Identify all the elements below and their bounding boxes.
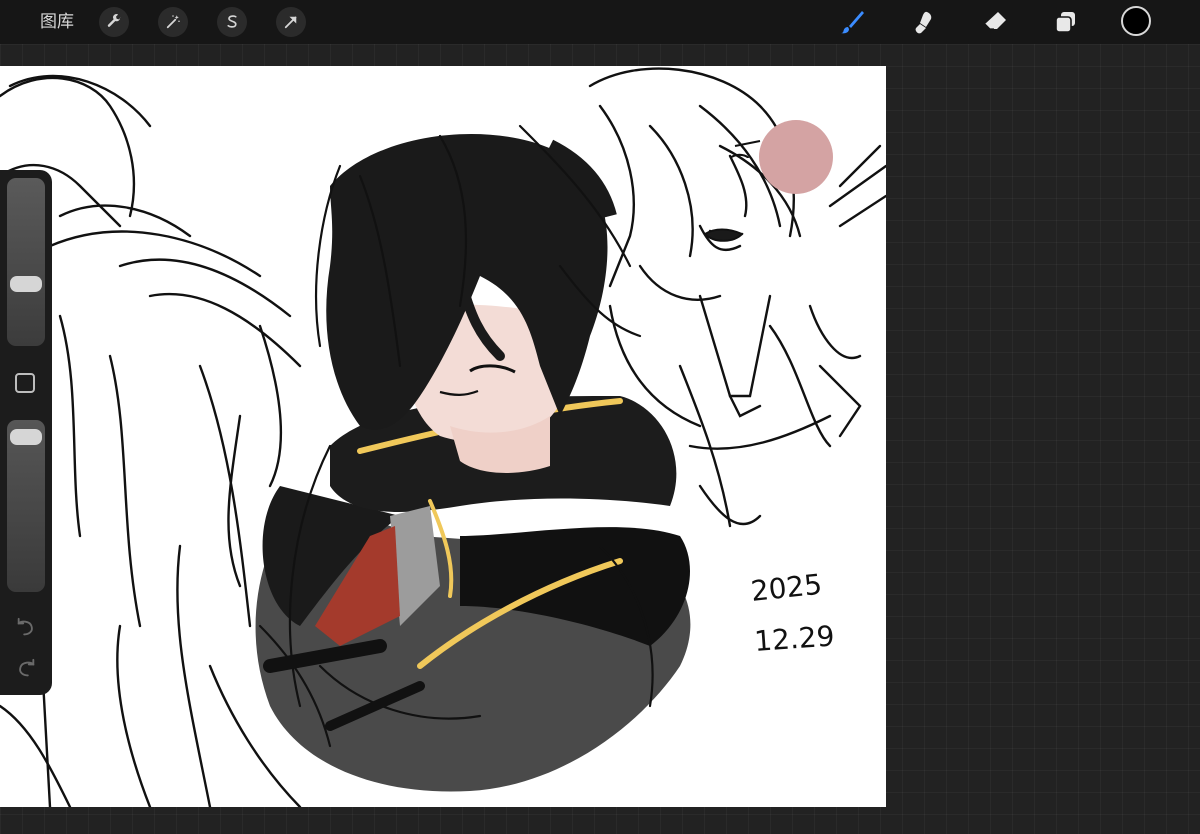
brush-sidebar	[0, 170, 52, 695]
main-figure	[255, 124, 691, 792]
wrench-icon	[107, 14, 121, 27]
magic-wand-icon	[166, 15, 180, 29]
modify-button[interactable]	[15, 373, 35, 393]
layers-tool-button[interactable]	[1050, 6, 1082, 38]
date-year-text: 2025	[749, 568, 823, 608]
brush-icon	[841, 11, 864, 34]
arrow-cursor-icon	[284, 16, 297, 29]
artwork: 2025 12.29	[0, 67, 886, 807]
top-toolbar: 图库	[0, 0, 1200, 44]
redo-button[interactable]	[12, 657, 40, 681]
brush-tool-button[interactable]	[836, 6, 868, 38]
gallery-button[interactable]: 图库	[40, 12, 74, 32]
smudge-finger-icon	[915, 11, 932, 34]
right-face-details	[703, 140, 761, 242]
pink-color-dot	[759, 120, 833, 194]
brush-size-thumb[interactable]	[10, 275, 42, 292]
eraser-icon	[984, 12, 1006, 30]
selection-button[interactable]	[217, 7, 247, 37]
brush-size-slider[interactable]	[7, 178, 45, 346]
color-picker-button[interactable]	[1121, 6, 1151, 36]
undo-icon	[17, 617, 33, 636]
smudge-tool-button[interactable]	[907, 6, 939, 38]
drawing-canvas[interactable]: 2025 12.29	[0, 66, 886, 807]
undo-button[interactable]	[12, 616, 40, 640]
selection-s-icon	[227, 15, 237, 28]
adjustments-button[interactable]	[99, 7, 129, 37]
layers-icon	[1055, 12, 1075, 33]
adjust-button[interactable]	[158, 7, 188, 37]
opacity-thumb[interactable]	[10, 429, 42, 445]
opacity-slider[interactable]	[7, 420, 45, 592]
transform-button[interactable]	[276, 7, 306, 37]
eraser-tool-button[interactable]	[979, 6, 1011, 38]
date-day-text: 12.29	[753, 619, 835, 658]
redo-icon	[19, 658, 35, 677]
